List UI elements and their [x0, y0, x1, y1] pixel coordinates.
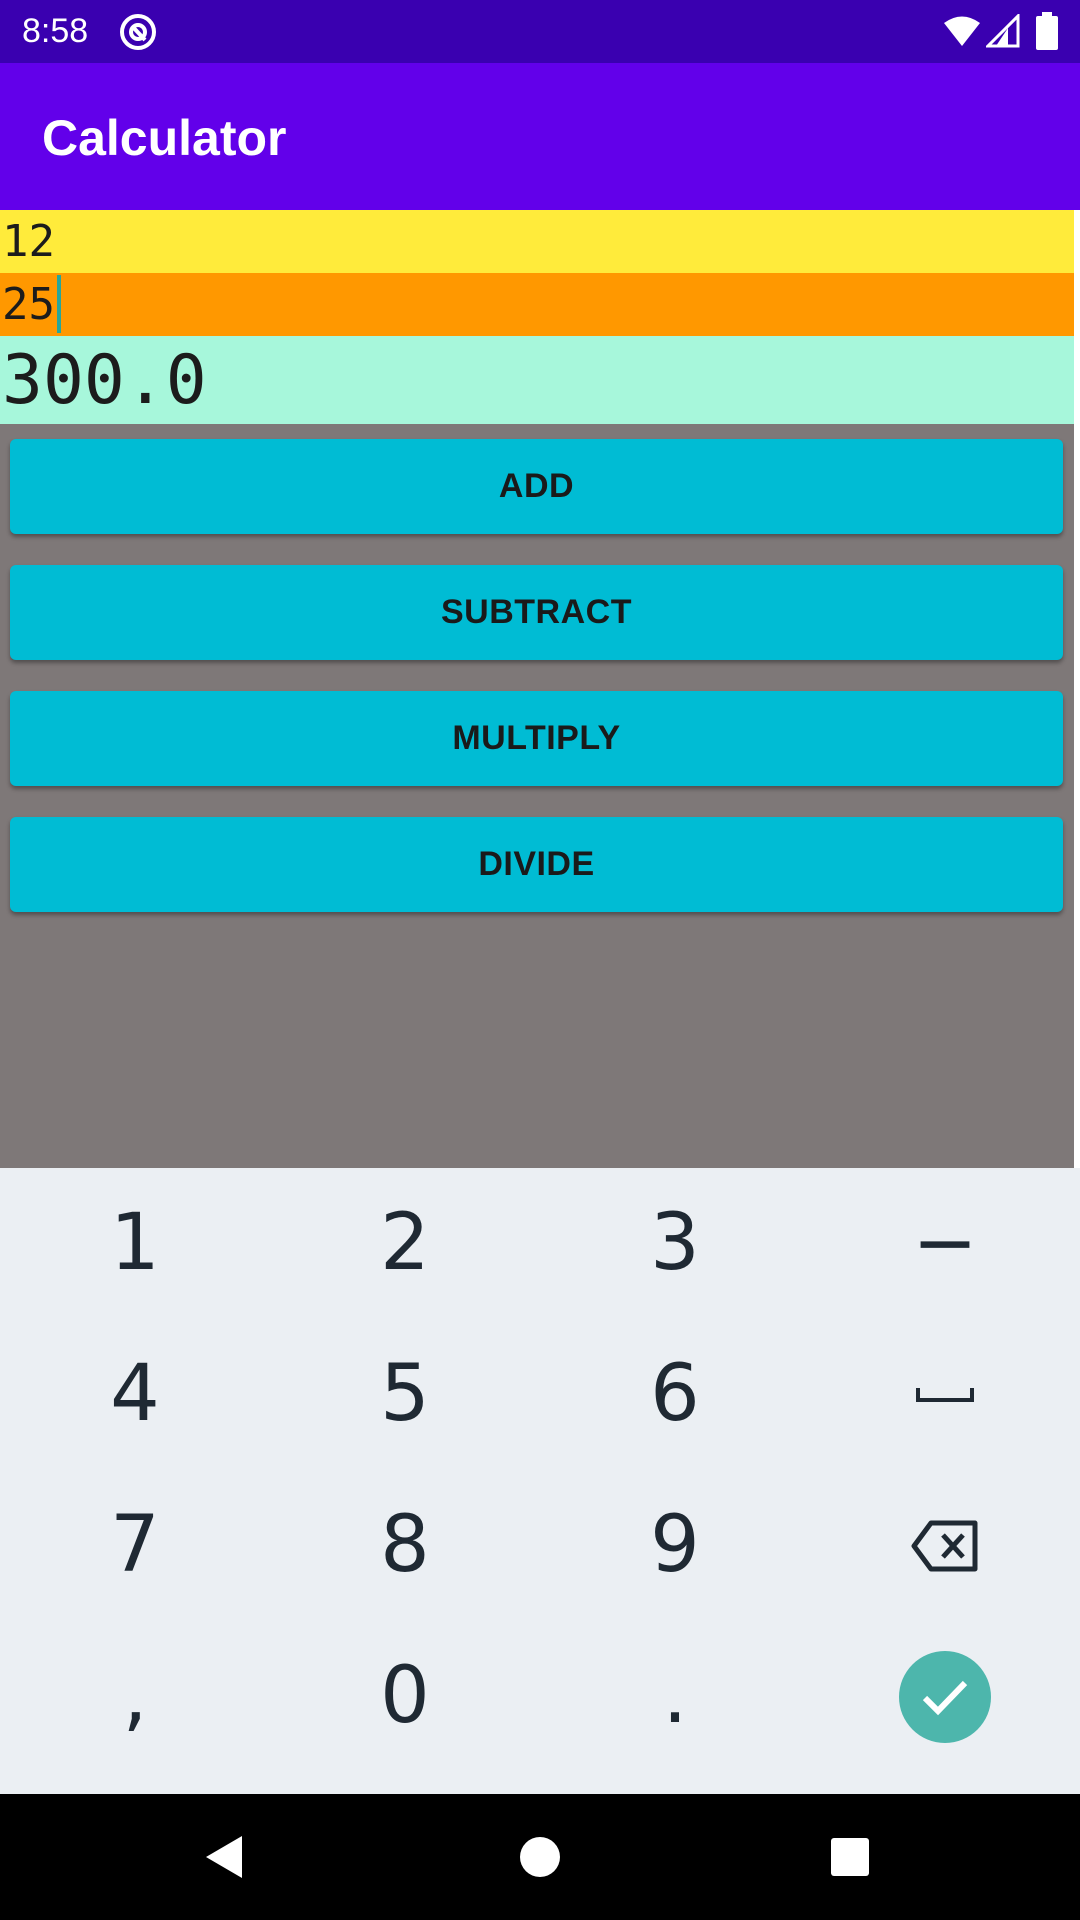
result-value: 300.0 [2, 341, 207, 420]
home-icon[interactable] [515, 1832, 565, 1882]
key-backspace[interactable] [810, 1470, 1080, 1621]
battery-icon [1036, 12, 1058, 50]
text-cursor [56, 275, 61, 333]
key-1[interactable]: 1 [0, 1168, 270, 1319]
multiply-button[interactable]: MULTIPLY [10, 691, 1063, 786]
operations-panel: ADD SUBTRACT MULTIPLY DIVIDE [0, 424, 1074, 1168]
key-0[interactable]: 0 [270, 1621, 540, 1772]
signal-icon [986, 14, 1020, 48]
key-6[interactable]: 6 [540, 1319, 810, 1470]
second-number-value: 25 [2, 279, 55, 330]
app-bar: Calculator [0, 63, 1080, 210]
app-title: Calculator [42, 110, 287, 166]
result-display: 300.0 [0, 336, 1074, 424]
divide-button[interactable]: DIVIDE [10, 817, 1063, 912]
key-comma[interactable]: , [0, 1621, 270, 1772]
key-7[interactable]: 7 [0, 1470, 270, 1621]
backspace-icon [911, 1520, 978, 1571]
key-9[interactable]: 9 [540, 1470, 810, 1621]
wifi-icon [944, 16, 980, 46]
first-number-input[interactable]: 12 [0, 210, 1074, 273]
second-number-input[interactable]: 25 [0, 273, 1074, 336]
subtract-button[interactable]: SUBTRACT [10, 565, 1063, 660]
key-period[interactable]: . [540, 1621, 810, 1772]
navigation-bar [0, 1794, 1080, 1920]
status-bar: 8:58 [0, 0, 1080, 63]
space-icon [916, 1387, 974, 1402]
app-notification-icon [120, 14, 156, 50]
key-space[interactable] [810, 1319, 1080, 1470]
back-icon[interactable] [200, 1832, 250, 1882]
key-2[interactable]: 2 [270, 1168, 540, 1319]
key-3[interactable]: 3 [540, 1168, 810, 1319]
right-edge-strip [1074, 210, 1080, 1168]
first-number-value: 12 [2, 216, 55, 267]
key-8[interactable]: 8 [270, 1470, 540, 1621]
key-5[interactable]: 5 [270, 1319, 540, 1470]
key-minus[interactable]: − [810, 1168, 1080, 1319]
recents-icon[interactable] [825, 1832, 875, 1882]
add-button[interactable]: ADD [10, 439, 1063, 534]
key-done[interactable] [810, 1621, 1080, 1772]
status-time: 8:58 [22, 12, 89, 50]
numeric-keyboard: 1 2 3 − 4 5 6 7 8 9 , 0 . [0, 1168, 1080, 1794]
done-check-icon [922, 1680, 968, 1715]
key-4[interactable]: 4 [0, 1319, 270, 1470]
